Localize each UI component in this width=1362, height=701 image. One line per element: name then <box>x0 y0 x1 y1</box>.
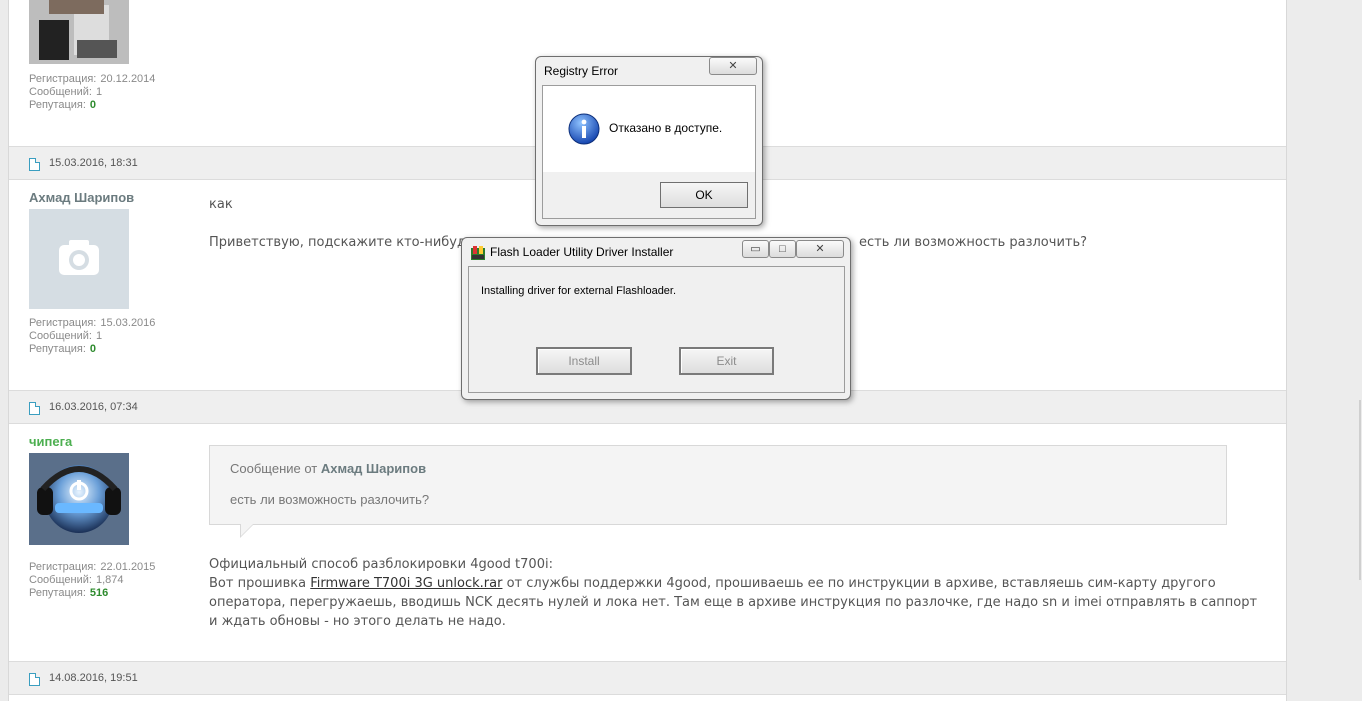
maximize-button[interactable]: □ <box>769 240 796 258</box>
document-icon[interactable] <box>29 673 40 686</box>
quote-author[interactable]: Ахмад Шарипов <box>321 461 426 476</box>
driver-installer-dialog: Flash Loader Utility Driver Installer ▭ … <box>461 237 851 400</box>
post-header: 14.08.2016, 19:51 <box>9 661 1286 695</box>
post-date: 15.03.2016, 18:31 <box>49 157 138 169</box>
dialog-title: Flash Loader Utility Driver Installer <box>490 245 674 259</box>
minimize-button[interactable]: ▭ <box>742 240 769 258</box>
headphones-avatar-icon <box>29 453 129 545</box>
user-stats: Регистрация: 15.03.2016 Сообщений: 1 Репут… <box>29 317 156 355</box>
post-text-line: Вот прошивка Firmware T700i 3G unlock.ra… <box>209 576 1216 591</box>
post-text-line: оператора, перегружаешь, вводишь NCK дес… <box>209 595 1258 610</box>
post-body: Официальный способ разблокировки 4good t… <box>209 555 1269 631</box>
close-button[interactable]: ✕ <box>709 57 757 75</box>
installer-app-icon <box>471 246 485 260</box>
user-avatar[interactable] <box>29 0 129 64</box>
dialog-message: Installing driver for external Flashload… <box>481 285 677 297</box>
user-stats: Регистрация: 20.12.2014 Сообщений: 1 Репут… <box>29 73 156 111</box>
post-text-line: есть ли возможность разлочить? <box>859 235 1088 250</box>
post-date: 16.03.2016, 07:34 <box>49 401 138 413</box>
user-stats: Регистрация: 22.01.2015 Сообщений: 1,874 Р… <box>29 561 156 599</box>
user-avatar[interactable] <box>29 453 129 553</box>
firmware-link[interactable]: Firmware T700i 3G unlock.rar <box>310 576 502 591</box>
document-icon[interactable] <box>29 158 40 171</box>
quote-block: Сообщение от Ахмад Шарипов есть ли возмо… <box>209 445 1227 538</box>
quote-text: есть ли возможность разлочить? <box>230 492 430 507</box>
install-button[interactable]: Install <box>536 347 632 375</box>
quote-header: Сообщение от Ахмад Шарипов <box>230 461 427 476</box>
post-text-line: Официальный способ разблокировки 4good t… <box>209 557 553 572</box>
camera-placeholder-icon <box>29 209 129 309</box>
quote-tail-inner <box>241 524 253 536</box>
post-date: 14.08.2016, 19:51 <box>49 672 138 684</box>
document-icon[interactable] <box>29 402 40 415</box>
info-icon <box>568 113 600 145</box>
dialog-body: Installing driver for external Flashload… <box>468 266 845 393</box>
post-text-line: Приветствую, подскажите кто-нибуд <box>209 235 466 250</box>
post-author[interactable]: Ахмад Шарипов <box>29 190 134 205</box>
exit-button[interactable]: Exit <box>679 347 774 375</box>
user-avatar[interactable] <box>29 209 129 309</box>
post-text-line: как <box>209 197 233 212</box>
scroll-indicator <box>1359 400 1361 580</box>
post-text-line: и ждать обновы - но этого делать не надо… <box>209 614 506 629</box>
dialog-message: Отказано в доступе. <box>609 121 723 135</box>
avatar-photo-icon <box>29 0 129 64</box>
page-background-right <box>1287 0 1362 701</box>
close-button[interactable]: ✕ <box>796 240 844 258</box>
ok-button[interactable]: OK <box>660 182 748 208</box>
post-author[interactable]: чипега <box>29 434 72 449</box>
dialog-body: Отказано в доступе. OK <box>542 85 756 219</box>
dialog-title: Registry Error <box>544 64 619 78</box>
registry-error-dialog: Registry Error ✕ Отказано в доступе. OK <box>535 56 763 226</box>
